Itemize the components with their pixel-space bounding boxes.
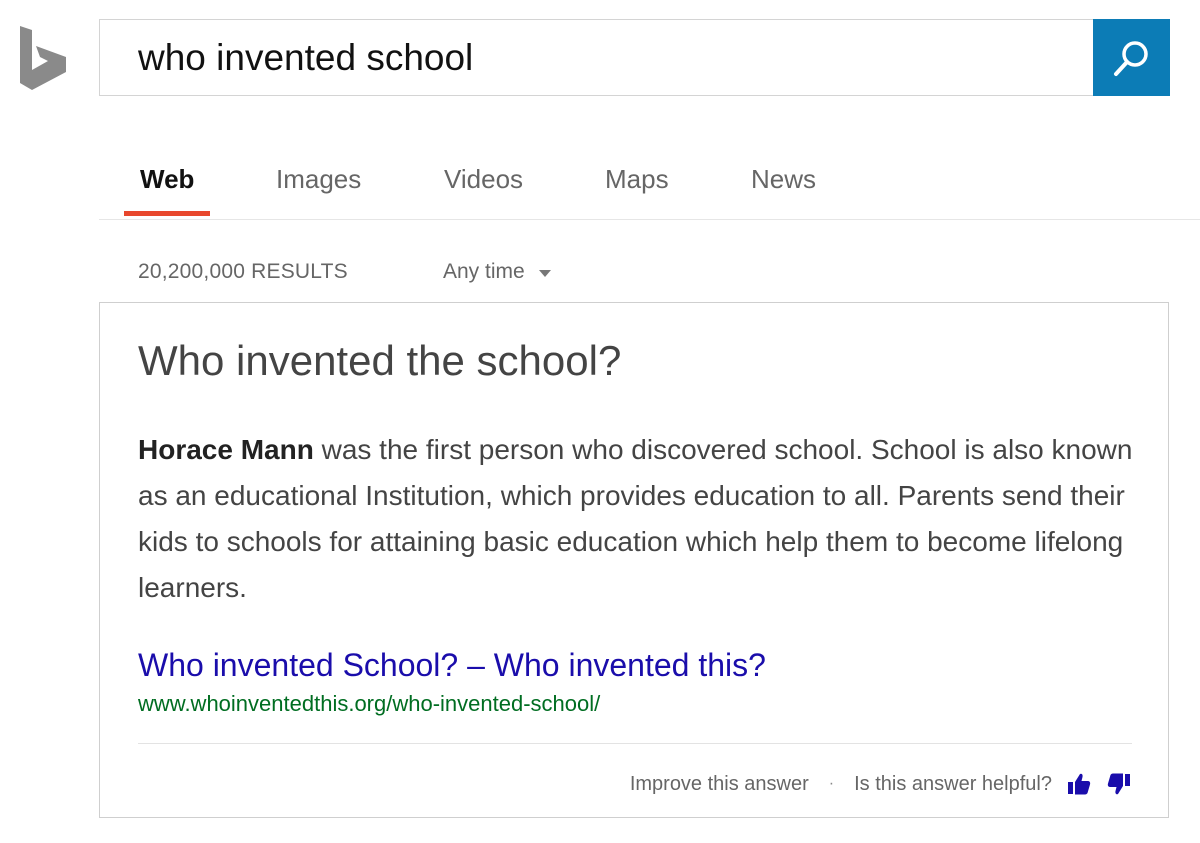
chevron-down-icon [538, 269, 551, 277]
time-filter-label: Any time [443, 260, 525, 283]
time-filter-dropdown[interactable]: Any time [443, 260, 551, 284]
helpful-question: Is this answer helpful? [854, 772, 1052, 795]
search-box [99, 19, 1093, 96]
tab-news[interactable]: News [751, 164, 816, 195]
results-count: 20,200,000 RESULTS [138, 260, 348, 283]
separator: · [828, 775, 835, 792]
thumbs-down-icon[interactable] [1106, 771, 1132, 797]
search-button[interactable] [1093, 19, 1170, 96]
answer-highlight: Horace Mann [138, 434, 314, 465]
tab-maps[interactable]: Maps [605, 164, 669, 195]
active-tab-indicator [124, 211, 210, 216]
bing-logo[interactable] [18, 24, 70, 92]
answer-body: Horace Mann was the first person who dis… [138, 427, 1138, 611]
search-input[interactable] [100, 20, 1093, 95]
answer-feedback: Improve this answer · Is this answer hel… [630, 769, 1132, 799]
source-link[interactable]: Who invented School? – Who invented this… [138, 647, 766, 684]
divider [138, 743, 1132, 744]
source-url[interactable]: www.whoinventedthis.org/who-invented-sch… [138, 691, 600, 717]
tab-images[interactable]: Images [276, 164, 361, 195]
tab-videos[interactable]: Videos [444, 164, 523, 195]
thumbs-up-icon[interactable] [1066, 771, 1092, 797]
tab-web[interactable]: Web [140, 164, 194, 195]
answer-question: Who invented the school? [138, 337, 622, 384]
search-icon [1113, 40, 1148, 76]
scope-tabs: Web Images Videos Maps News [99, 150, 1200, 220]
answer-card: Who invented the school? Horace Mann was… [99, 302, 1169, 818]
improve-answer-link[interactable]: Improve this answer [630, 773, 809, 796]
